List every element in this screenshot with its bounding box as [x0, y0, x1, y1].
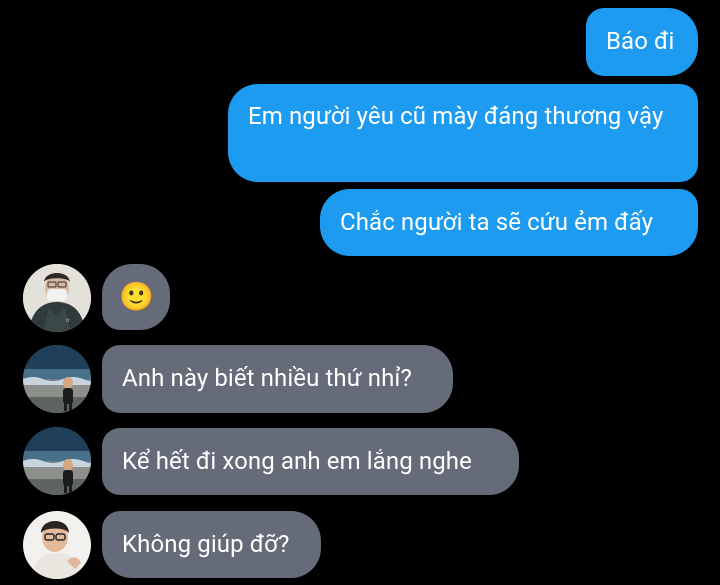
message-text: Em người yêu cũ mày đáng thương vậy [248, 102, 664, 130]
svg-text:☆: ☆ [65, 317, 70, 324]
user-avatar-beach-icon [23, 427, 91, 495]
message-text: Anh này biết nhiều thứ nhỉ? [122, 364, 412, 392]
message-text: Chắc người ta sẽ cứu ẻm đấy [340, 208, 654, 236]
message-bubble-outgoing[interactable]: Báo đi [586, 8, 698, 76]
message-bubble-incoming[interactable]: Không giúp đỡ? [102, 511, 321, 578]
message-bubble-incoming[interactable]: 🙂 [102, 264, 170, 330]
user-avatar-glasses-icon [23, 511, 91, 579]
avatar[interactable] [23, 345, 91, 413]
message-bubble-incoming[interactable]: Anh này biết nhiều thứ nhỉ? [102, 345, 453, 413]
avatar[interactable] [23, 427, 91, 495]
message-bubble-incoming[interactable]: Kể hết đi xong anh em lắng nghe [102, 428, 519, 495]
message-text: Kể hết đi xong anh em lắng nghe [122, 447, 472, 475]
emoji-slight-smile: 🙂 [119, 280, 154, 313]
message-text: Báo đi [606, 27, 675, 55]
message-bubble-outgoing[interactable]: Chắc người ta sẽ cứu ẻm đấy [320, 189, 698, 256]
user-avatar-masked-icon: ☆ [23, 264, 91, 332]
user-avatar-beach-icon [23, 345, 91, 413]
avatar[interactable] [23, 511, 91, 579]
message-bubble-outgoing[interactable]: Em người yêu cũ mày đáng thương vậy [228, 84, 698, 182]
message-text: Không giúp đỡ? [122, 530, 290, 558]
avatar[interactable]: ☆ [23, 264, 91, 332]
